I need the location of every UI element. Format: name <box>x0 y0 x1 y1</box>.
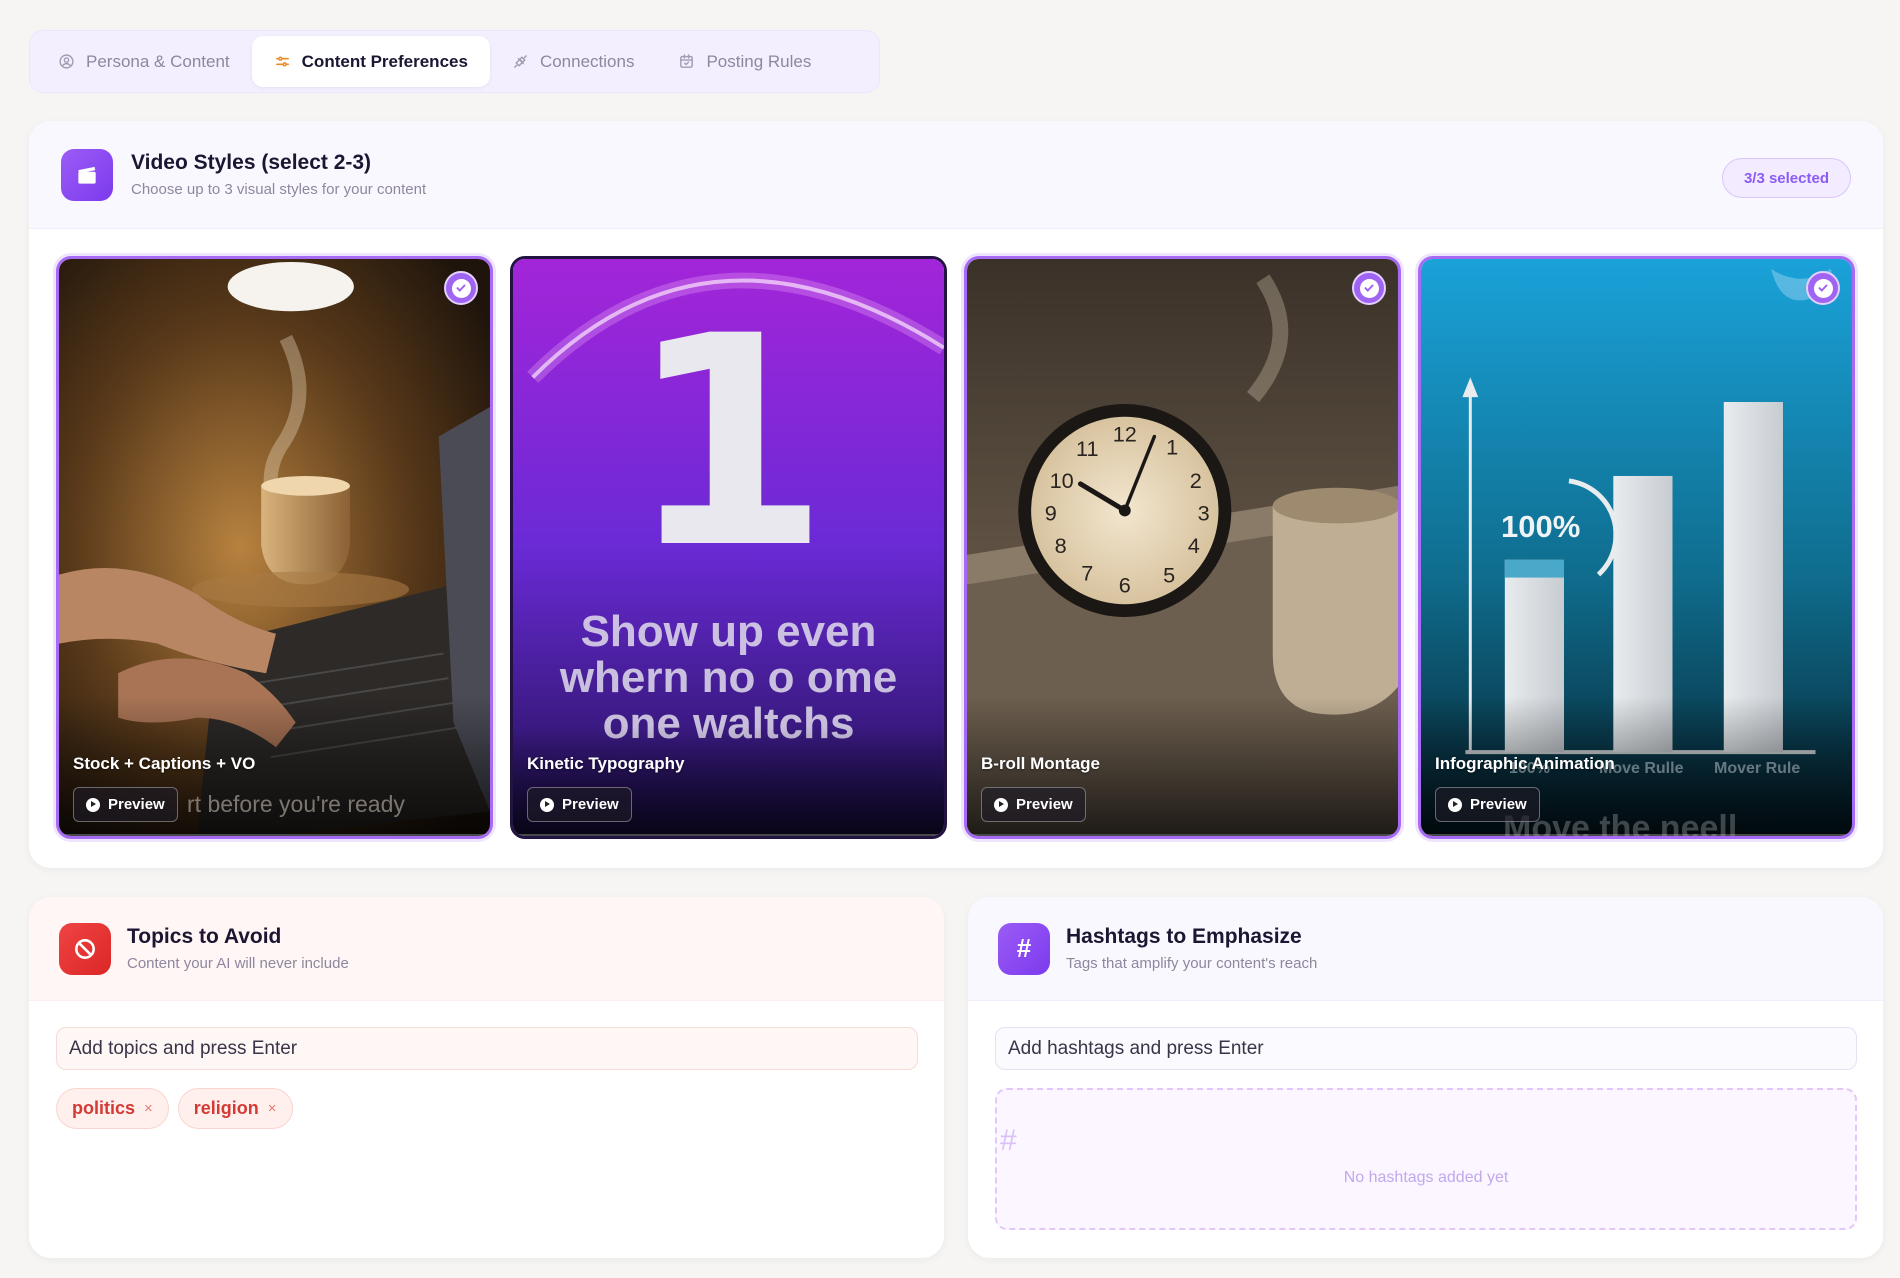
clapperboard-icon <box>61 148 113 201</box>
settings-tabs: Persona & Content Content Preferences Co… <box>29 30 880 93</box>
topics-input[interactable]: Add topics and press Enter <box>56 1027 918 1070</box>
hashtags-header: # Hashtags to Emphasize Tags that amplif… <box>968 897 1883 1001</box>
hashtag-icon: # <box>998 922 1050 975</box>
infographic-axis-label: Mover Rule <box>1714 760 1801 777</box>
empty-state-text: No hashtags added yet <box>1343 1169 1509 1186</box>
ban-icon <box>59 922 111 975</box>
play-icon <box>540 797 554 812</box>
card-label: Kinetic Typography <box>527 754 685 773</box>
remove-chip-icon[interactable]: × <box>268 1100 277 1117</box>
preview-button[interactable]: Preview <box>981 787 1086 822</box>
hashtags-title: Hashtags to Emphasize <box>1066 925 1302 948</box>
tab-label: Connections <box>539 51 635 71</box>
preview-button[interactable]: Preview <box>527 787 632 822</box>
kinetic-line: Show up even <box>580 607 877 656</box>
tab-content-preferences[interactable]: Content Preferences <box>251 36 490 87</box>
topic-chip: politics × <box>56 1088 169 1129</box>
tab-label: Persona & Content <box>86 51 230 71</box>
style-card-kinetic-typography[interactable]: 1 Show up even whern no o ome one waltch… <box>510 256 947 839</box>
preview-label: Preview <box>1470 796 1527 813</box>
hashtags-input[interactable]: Add hashtags and press Enter <box>995 1027 1857 1070</box>
tab-label: Posting Rules <box>706 51 812 71</box>
tab-label: Content Preferences <box>301 51 468 71</box>
sliders-icon <box>275 56 289 67</box>
card-overlay-caption: rt before you're ready <box>187 791 405 817</box>
svg-text:6: 6 <box>1119 572 1131 597</box>
chip-label: politics <box>72 1098 136 1118</box>
plug-icon <box>514 55 527 68</box>
card-label: Stock + Captions + VO <box>73 754 256 773</box>
svg-text:10: 10 <box>1050 468 1074 493</box>
preview-label: Preview <box>562 796 619 813</box>
preview-button[interactable]: Preview <box>73 787 178 822</box>
topics-to-avoid-subtitle: Content your AI will never include <box>127 955 349 972</box>
style-card-stock-captions[interactable]: rt before you're ready Stock + Captions … <box>56 256 493 839</box>
kinetic-line: whern no o ome <box>559 653 898 702</box>
preview-label: Preview <box>1016 796 1073 813</box>
video-styles-subtitle: Choose up to 3 visual styles for your co… <box>131 181 427 198</box>
big-number: 1 <box>627 275 830 612</box>
topics-to-avoid-panel: Topics to Avoid Content your AI will nev… <box>29 897 944 1258</box>
svg-text:11: 11 <box>1076 436 1099 461</box>
svg-text:3: 3 <box>1198 500 1210 525</box>
svg-text:8: 8 <box>1055 533 1067 558</box>
play-icon <box>86 797 100 812</box>
topic-chip: religion × <box>177 1088 293 1129</box>
hashtags-panel: # Hashtags to Emphasize Tags that amplif… <box>968 897 1883 1258</box>
remove-chip-icon[interactable]: × <box>144 1100 153 1117</box>
empty-hashtag-icon: # <box>1000 1124 1017 1157</box>
topics-to-avoid-title: Topics to Avoid <box>127 925 282 948</box>
svg-text:4: 4 <box>1188 533 1200 558</box>
video-style-cards: rt before you're ready Stock + Captions … <box>56 256 1855 839</box>
hashtags-subtitle: Tags that amplify your content's reach <box>1066 955 1318 972</box>
svg-text:5: 5 <box>1163 562 1175 587</box>
user-circle-icon <box>59 54 74 69</box>
svg-text:12: 12 <box>1113 421 1137 446</box>
selected-count-badge: 3/3 selected <box>1721 158 1851 198</box>
svg-text:2: 2 <box>1190 468 1202 493</box>
card-label: B-roll Montage <box>981 754 1100 773</box>
topics-to-avoid-header: Topics to Avoid Content your AI will nev… <box>29 897 944 1001</box>
preview-button[interactable]: Preview <box>1435 787 1540 822</box>
svg-text:9: 9 <box>1045 500 1057 525</box>
infographic-percent: 100% <box>1501 509 1581 544</box>
topic-chips: politics × religion × <box>56 1088 293 1129</box>
svg-text:7: 7 <box>1081 561 1093 586</box>
calendar-icon <box>680 54 694 68</box>
video-styles-panel: Video Styles (select 2-3) Choose up to 3… <box>29 121 1883 868</box>
svg-text:1: 1 <box>1166 434 1178 459</box>
video-styles-title: Video Styles (select 2-3) <box>131 151 372 174</box>
preview-label: Preview <box>108 796 165 813</box>
tab-persona-content[interactable]: Persona & Content <box>36 36 252 87</box>
tab-connections[interactable]: Connections <box>490 36 657 87</box>
selected-check-icon <box>444 271 478 305</box>
tab-posting-rules[interactable]: Posting Rules <box>656 36 833 87</box>
play-icon <box>1448 797 1462 812</box>
card-label: Infographic Animation <box>1435 754 1615 773</box>
hashtags-empty-state: # No hashtags added yet <box>995 1088 1857 1230</box>
selected-check-icon <box>1352 271 1386 305</box>
video-styles-header: Video Styles (select 2-3) Choose up to 3… <box>29 121 1883 229</box>
chip-label: religion <box>193 1098 259 1118</box>
style-card-infographic-animation[interactable]: 100% 100% Move Rulle Mover Rule Move the… <box>1418 256 1855 839</box>
style-card-broll-montage[interactable]: 12 1 2 3 4 5 6 7 8 9 10 11 B-roll Montage Preview <box>964 256 1401 839</box>
selected-check-icon <box>1806 271 1840 305</box>
play-icon <box>994 797 1008 812</box>
